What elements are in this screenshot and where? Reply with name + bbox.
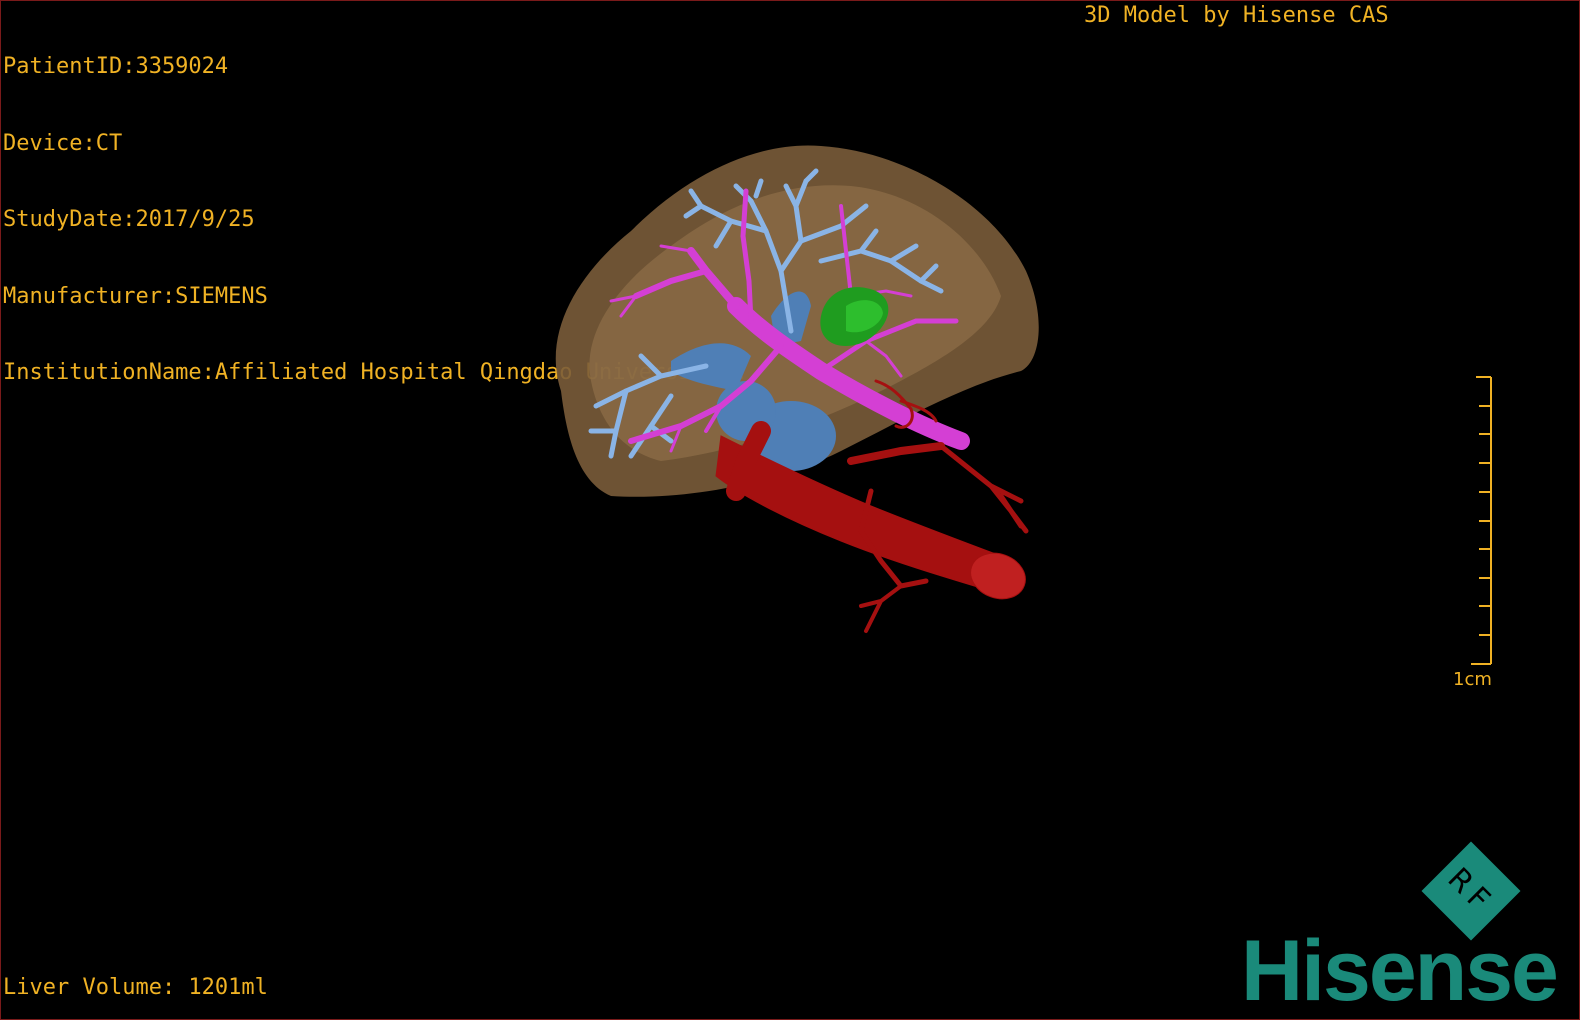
hisense-logo-text: Hisense <box>1241 923 1559 1019</box>
scale-bar <box>1471 376 1492 665</box>
scale-label: 1cm <box>1453 669 1492 690</box>
liver-3d-model[interactable] <box>521 131 1101 671</box>
model-credit-text: 3D Model by Hisense CAS <box>1084 3 1389 28</box>
patient-id-text: PatientID:3359024 <box>3 54 229 79</box>
3d-viewport[interactable]: PatientID:3359024 Device:CT StudyDate:20… <box>0 0 1580 1020</box>
liver-volume-text: Liver Volume: 1201ml <box>3 975 268 1000</box>
